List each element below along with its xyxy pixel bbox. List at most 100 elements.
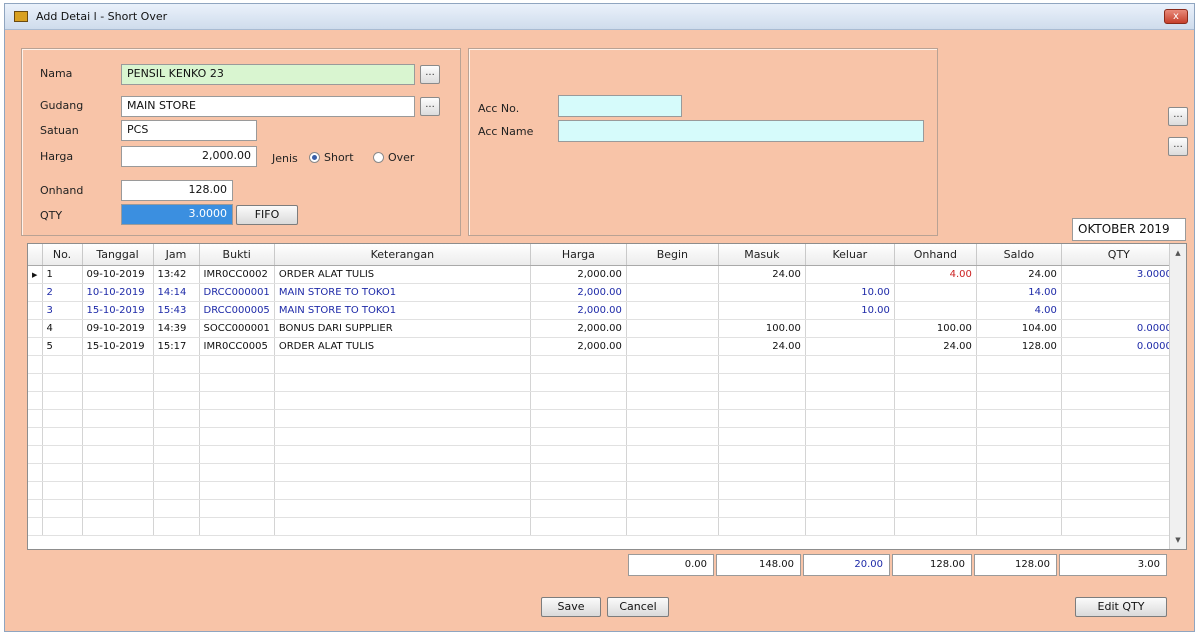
cell-tanggal: 15-10-2019 (82, 301, 154, 320)
cell-keluar (805, 265, 895, 284)
cell-no: 1 (42, 265, 83, 284)
column-header[interactable]: Keterangan (274, 244, 531, 266)
edit-qty-button[interactable]: Edit QTY (1075, 597, 1167, 617)
column-header[interactable]: Jam (153, 244, 200, 266)
side-lookup-button-2[interactable]: ... (1168, 137, 1188, 156)
row-indicator (28, 319, 43, 338)
cancel-button[interactable]: Cancel (607, 597, 669, 617)
window-title: Add Detai l - Short Over (36, 10, 168, 23)
cell-saldo: 4.00 (976, 301, 1062, 320)
table-row[interactable]: 3 15-10-2019 15:43 DRCC000005 MAIN STORE… (28, 301, 1177, 320)
radio-short-label: Short (324, 151, 354, 164)
detail-table[interactable]: No. Tanggal Jam Bukti Keterangan Harga B… (27, 243, 1187, 550)
side-lookup-button-1[interactable]: ... (1168, 107, 1188, 126)
total-qty: 3.00 (1059, 554, 1167, 576)
cell-no: 3 (42, 301, 83, 320)
empty-row (28, 427, 1177, 446)
cell-tanggal: 09-10-2019 (82, 319, 154, 338)
period-field: OKTOBER 2019 (1072, 218, 1186, 241)
row-indicator-header (28, 244, 43, 266)
column-header[interactable]: Tanggal (82, 244, 154, 266)
qty-label: QTY (40, 209, 63, 222)
column-header[interactable]: Harga (530, 244, 627, 266)
table-row[interactable]: ▶ 1 09-10-2019 13:42 IMR0CC0002 ORDER AL… (28, 265, 1177, 284)
row-indicator (28, 283, 43, 302)
vertical-scrollbar[interactable]: ▲ ▼ (1169, 244, 1186, 549)
cell-masuk: 24.00 (718, 337, 806, 356)
app-icon (14, 11, 28, 22)
total-begin: 0.00 (628, 554, 714, 576)
cell-masuk (718, 283, 806, 302)
satuan-field[interactable]: PCS (121, 120, 257, 141)
empty-row (28, 481, 1177, 500)
column-header[interactable]: Onhand (894, 244, 977, 266)
cell-harga: 2,000.00 (530, 337, 627, 356)
jenis-radio-short[interactable]: Short (309, 149, 365, 167)
cell-begin (626, 301, 719, 320)
column-header[interactable]: Bukti (199, 244, 275, 266)
radio-over-label: Over (388, 151, 415, 164)
total-masuk: 148.00 (716, 554, 801, 576)
cell-jam: 15:43 (153, 301, 200, 320)
cell-harga: 2,000.00 (530, 283, 627, 302)
empty-row (28, 391, 1177, 410)
cell-qty[interactable] (1061, 301, 1177, 320)
cell-saldo: 104.00 (976, 319, 1062, 338)
column-header[interactable]: Masuk (718, 244, 806, 266)
column-header[interactable]: Saldo (976, 244, 1062, 266)
cell-keterangan: MAIN STORE TO TOKO1 (274, 301, 531, 320)
cell-masuk: 24.00 (718, 265, 806, 284)
table-row[interactable]: 4 09-10-2019 14:39 SOCC000001 BONUS DARI… (28, 319, 1177, 338)
column-header[interactable]: Begin (626, 244, 719, 266)
account-panel (468, 48, 938, 236)
cell-bukti: SOCC000001 (199, 319, 275, 338)
cell-keterangan: MAIN STORE TO TOKO1 (274, 283, 531, 302)
gudang-field[interactable]: MAIN STORE (121, 96, 415, 117)
cell-qty[interactable]: 0.0000 (1061, 337, 1177, 356)
cell-saldo: 14.00 (976, 283, 1062, 302)
empty-row (28, 445, 1177, 464)
jenis-radio-over[interactable]: Over (373, 149, 429, 167)
table-row[interactable]: 2 10-10-2019 14:14 DRCC000001 MAIN STORE… (28, 283, 1177, 302)
satuan-label: Satuan (40, 124, 79, 137)
acc-no-field[interactable] (558, 95, 682, 117)
jenis-label: Jenis (272, 152, 298, 165)
cell-keluar (805, 337, 895, 356)
fifo-button[interactable]: FIFO (236, 205, 298, 225)
cell-no: 4 (42, 319, 83, 338)
table-row[interactable]: 5 15-10-2019 15:17 IMR0CC0005 ORDER ALAT… (28, 337, 1177, 356)
cell-qty[interactable] (1061, 283, 1177, 302)
cell-begin (626, 283, 719, 302)
qty-field[interactable]: 3.0000 (121, 204, 233, 225)
empty-row (28, 355, 1177, 374)
cell-tanggal: 15-10-2019 (82, 337, 154, 356)
cell-qty[interactable]: 3.0000 (1061, 265, 1177, 284)
close-button[interactable]: x (1164, 9, 1188, 24)
cell-saldo: 24.00 (976, 265, 1062, 284)
scroll-up-icon[interactable]: ▲ (1170, 249, 1186, 257)
cell-harga: 2,000.00 (530, 319, 627, 338)
nama-field[interactable]: PENSIL KENKO 23 (121, 64, 415, 85)
total-saldo: 128.00 (974, 554, 1057, 576)
acc-name-field[interactable] (558, 120, 924, 142)
cell-onhand (894, 283, 977, 302)
scroll-down-icon[interactable]: ▼ (1170, 536, 1186, 544)
save-button[interactable]: Save (541, 597, 601, 617)
cell-onhand (894, 301, 977, 320)
column-header[interactable]: Keluar (805, 244, 895, 266)
empty-row (28, 499, 1177, 518)
cell-tanggal: 09-10-2019 (82, 265, 154, 284)
gudang-lookup-button[interactable]: ... (420, 97, 440, 116)
harga-field[interactable]: 2,000.00 (121, 146, 257, 167)
cell-keluar: 10.00 (805, 283, 895, 302)
column-header[interactable]: QTY (1061, 244, 1177, 266)
cell-qty[interactable]: 0.0000 (1061, 319, 1177, 338)
cell-keterangan: ORDER ALAT TULIS (274, 265, 531, 284)
cell-keterangan: BONUS DARI SUPPLIER (274, 319, 531, 338)
cell-begin (626, 337, 719, 356)
column-header[interactable]: No. (42, 244, 83, 266)
nama-lookup-button[interactable]: ... (420, 65, 440, 84)
acc-no-label: Acc No. (478, 102, 520, 115)
cell-onhand: 24.00 (894, 337, 977, 356)
cell-saldo: 128.00 (976, 337, 1062, 356)
